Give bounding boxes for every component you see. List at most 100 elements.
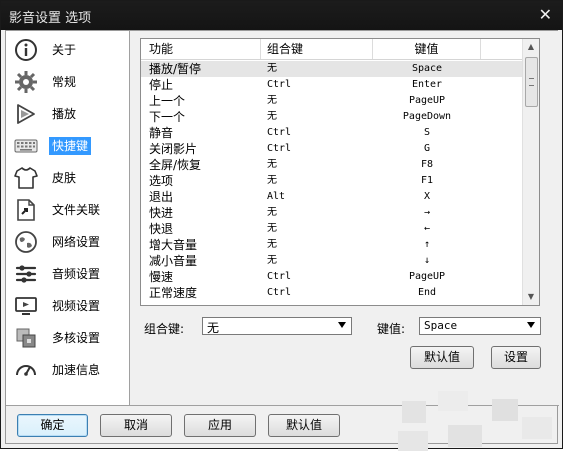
row-combo: 无	[267, 159, 277, 170]
pixelated-watermark	[382, 391, 562, 475]
table-row[interactable]: 退出 Alt X	[141, 189, 525, 205]
window-title: 影音设置 选项	[9, 11, 92, 26]
table-row[interactable]: 快退 无 ←	[141, 221, 525, 237]
key-value-current: Space	[424, 319, 458, 332]
sidebar-item-label: 播放	[52, 107, 77, 121]
restore-defaults-button[interactable]: 默认值	[268, 414, 340, 437]
scroll-up-icon[interactable]: ▲	[523, 39, 539, 55]
row-key: X	[423, 191, 431, 202]
table-row[interactable]: 减小音量 无 ↓	[141, 253, 525, 269]
row-function: 停止	[149, 78, 174, 92]
row-combo: Ctrl	[267, 79, 292, 90]
sidebar-item-acceleration[interactable]: 加速信息	[10, 355, 126, 384]
row-key: ←	[423, 223, 431, 234]
table-row[interactable]: 上一个 无 PageUP	[141, 93, 525, 109]
row-key: End	[417, 287, 437, 298]
row-function: 正常速度	[149, 286, 198, 300]
table-row[interactable]: 播放/暂停 无 Space	[141, 61, 525, 77]
set-key-button[interactable]: 设置	[491, 346, 541, 369]
vertical-scrollbar[interactable]: ▲ ▼	[522, 39, 539, 305]
sidebar-item-about[interactable]: 关于	[10, 35, 126, 64]
sidebar: 关于 常规 播放 快捷键 皮肤 文件关联 网络设置 音频设置 视频设置 多核设置…	[6, 31, 130, 405]
combo-key-select[interactable]: 无	[202, 317, 352, 335]
table-row[interactable]: 慢速 Ctrl PageUP	[141, 269, 525, 285]
table-row[interactable]: 选项 无 F1	[141, 173, 525, 189]
title-bar[interactable]: 影音设置 选项 ✕	[1, 1, 562, 30]
sidebar-item-network[interactable]: 网络设置	[10, 227, 126, 256]
row-key: F1	[420, 175, 434, 186]
monitor-icon	[15, 297, 37, 315]
row-function: 上一个	[149, 94, 186, 108]
shortcut-table[interactable]: 功能 组合键 键值 播放/暂停无 Space 停止 Ctrl Enter 上一个无 Pa…	[140, 38, 540, 306]
row-combo: 无	[267, 239, 277, 250]
sidebar-item-label: 关于	[52, 43, 77, 57]
row-function: 增大音量	[149, 238, 198, 252]
sidebar-item-label: 视频设置	[52, 299, 101, 313]
sidebar-item-multicore[interactable]: 多核设置	[10, 323, 126, 352]
table-row[interactable]: 增大音量 无 ↑	[141, 237, 525, 253]
row-function: 静音	[149, 126, 174, 140]
column-header-key[interactable]: 键值	[373, 39, 481, 59]
globe-icon	[15, 231, 37, 253]
chevron-down-icon	[338, 322, 346, 328]
row-combo: 无	[267, 95, 277, 106]
sidebar-item-video[interactable]: 视频设置	[10, 291, 126, 320]
ok-button[interactable]: 确定	[17, 414, 88, 437]
sidebar-item-label: 常规	[52, 75, 77, 89]
row-combo: 无	[267, 63, 277, 74]
cancel-button[interactable]: 取消	[100, 414, 172, 437]
sidebar-item-audio[interactable]: 音频设置	[10, 259, 126, 288]
row-function: 退出	[149, 190, 174, 204]
row-key: PageUP	[408, 271, 446, 282]
table-row[interactable]: 静音 Ctrl S	[141, 125, 525, 141]
row-key: F8	[420, 159, 434, 170]
column-header-filler	[481, 39, 525, 59]
scrollbar-thumb[interactable]	[525, 57, 538, 107]
apply-button[interactable]: 应用	[184, 414, 256, 437]
row-function: 下一个	[149, 110, 186, 124]
close-icon[interactable]: ✕	[539, 5, 552, 24]
row-function: 减小音量	[149, 254, 198, 268]
row-combo: 无	[267, 223, 277, 234]
table-header: 功能 组合键 键值	[141, 39, 525, 60]
dialog-body: 关于 常规 播放 快捷键 皮肤 文件关联 网络设置 音频设置 视频设置 多核设置…	[5, 30, 559, 451]
table-row[interactable]: 停止 Ctrl Enter	[141, 77, 525, 93]
row-combo: 无	[267, 207, 277, 218]
row-function: 快退	[149, 222, 174, 236]
row-key: ↑	[423, 239, 431, 250]
keyboard-icon	[14, 139, 38, 153]
table-row[interactable]: 正常速度 Ctrl End	[141, 285, 525, 301]
table-row[interactable]: 下一个 无 PageDown	[141, 109, 525, 125]
row-function: 全屏/恢复	[149, 158, 202, 172]
row-combo: Ctrl	[267, 143, 292, 154]
row-combo: Ctrl	[267, 287, 292, 298]
row-combo: 无	[267, 255, 277, 266]
sidebar-item-file-association[interactable]: 文件关联	[10, 195, 126, 224]
row-function: 选项	[149, 174, 174, 188]
key-value-select[interactable]: Space	[419, 317, 541, 335]
row-function: 播放/暂停	[149, 62, 202, 76]
file-link-icon	[17, 199, 35, 221]
sidebar-item-skin[interactable]: 皮肤	[10, 163, 126, 192]
sidebar-item-label: 音频设置	[52, 267, 101, 281]
info-icon	[15, 39, 37, 61]
shirt-icon	[14, 167, 38, 189]
row-key: PageDown	[402, 111, 452, 122]
table-row[interactable]: 关闭影片 Ctrl G	[141, 141, 525, 157]
column-header-combo[interactable]: 组合键	[261, 39, 373, 59]
sidebar-item-general[interactable]: 常规	[10, 67, 126, 96]
sidebar-item-shortcuts[interactable]: 快捷键	[10, 131, 126, 160]
scroll-down-icon[interactable]: ▼	[523, 289, 539, 305]
column-header-function[interactable]: 功能	[141, 39, 261, 59]
combo-key-label: 组合键:	[144, 322, 185, 336]
chevron-down-icon	[527, 322, 535, 328]
row-key: S	[423, 127, 431, 138]
row-combo: Ctrl	[267, 271, 292, 282]
play-icon	[17, 104, 35, 124]
sidebar-item-label: 加速信息	[52, 363, 101, 377]
sidebar-item-label: 快捷键	[49, 137, 92, 155]
table-row[interactable]: 全屏/恢复 无 F8	[141, 157, 525, 173]
table-row[interactable]: 快进 无 →	[141, 205, 525, 221]
sidebar-item-playback[interactable]: 播放	[10, 99, 126, 128]
restore-default-key-button[interactable]: 默认值	[410, 346, 474, 369]
